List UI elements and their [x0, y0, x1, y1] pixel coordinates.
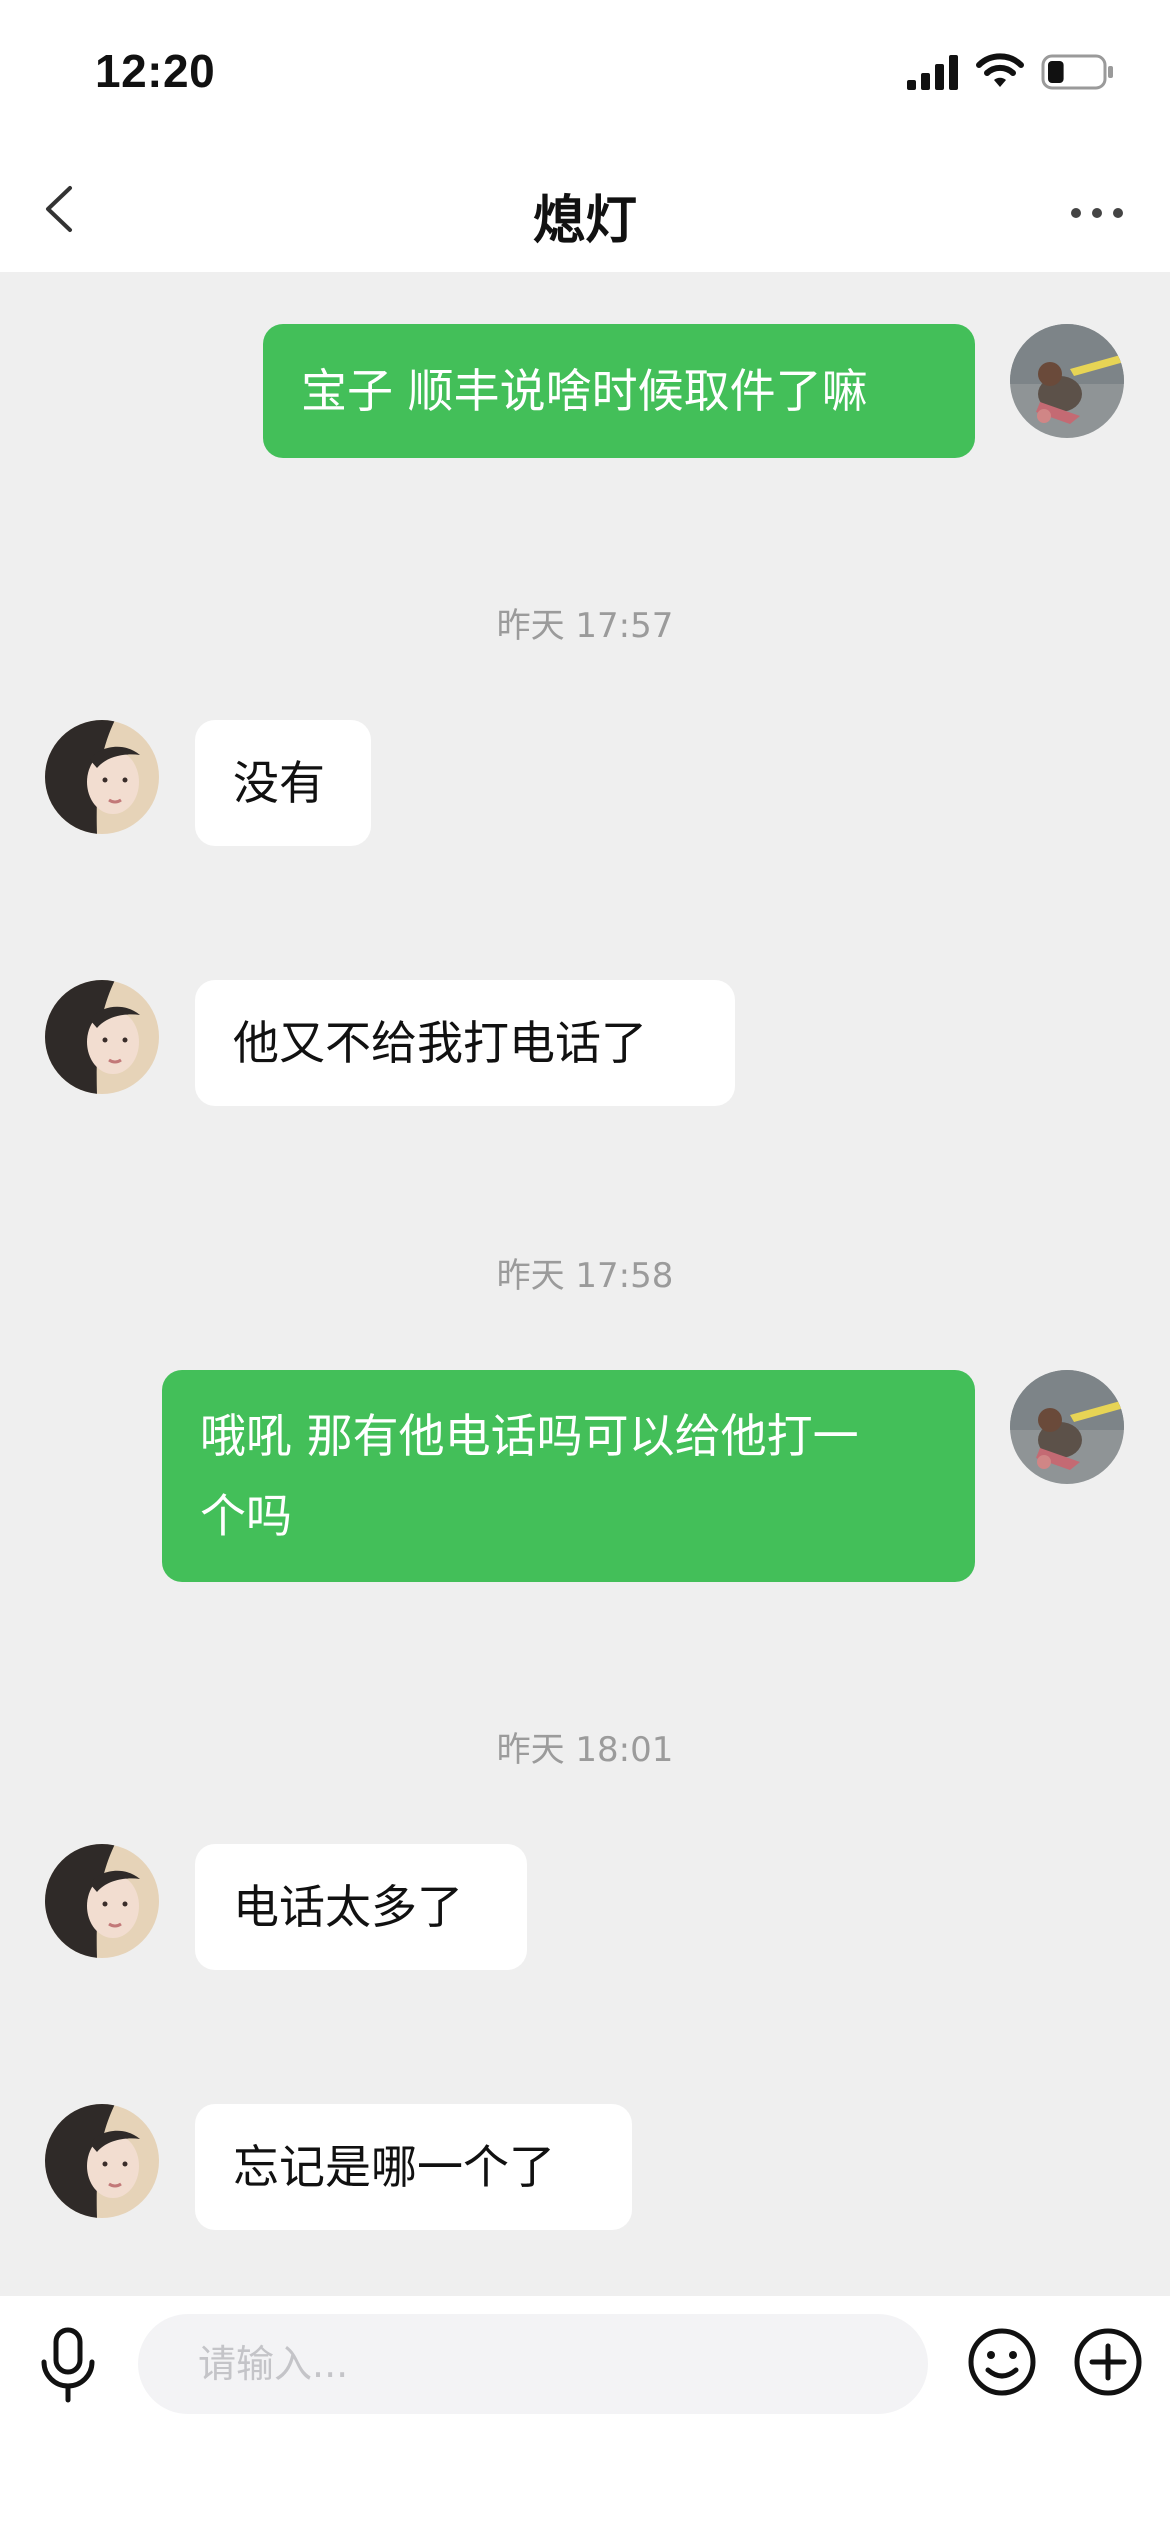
ellipsis-icon	[1071, 208, 1123, 218]
avatar-contact	[45, 2104, 159, 2218]
emoji-icon	[968, 2328, 1036, 2396]
timestamp: 昨天 18:01	[496, 1730, 674, 1770]
chat-header: 熄灯	[0, 150, 1170, 272]
message-input[interactable]: 请输入...	[138, 2314, 928, 2414]
avatar[interactable]	[45, 2104, 159, 2218]
timestamp: 昨天 17:57	[496, 606, 674, 646]
message-bubble-incoming[interactable]: 没有	[195, 720, 371, 846]
avatar-self	[1010, 324, 1124, 438]
avatar-self	[1010, 1370, 1124, 1484]
message-list: 宝子 顺丰说啥时候取件了嘛 昨天 17:57 没有 他又不给我打电话了 昨天 1…	[0, 272, 1170, 2296]
avatar[interactable]	[1010, 324, 1124, 438]
message-bubble-outgoing[interactable]: 宝子 顺丰说啥时候取件了嘛	[263, 324, 975, 458]
avatar[interactable]	[45, 1844, 159, 1958]
emoji-button[interactable]	[966, 2326, 1038, 2398]
message-bubble-outgoing[interactable]: 哦吼 那有他电话吗可以给他打一 个吗	[162, 1370, 975, 1582]
voice-button[interactable]	[36, 2326, 100, 2406]
avatar[interactable]	[1010, 1370, 1124, 1484]
add-button[interactable]	[1072, 2326, 1144, 2398]
status-bar: 12:20	[0, 0, 1170, 150]
wifi-icon	[976, 53, 1024, 87]
avatar[interactable]	[45, 980, 159, 1094]
add-icon	[1074, 2328, 1142, 2396]
signal-icon	[907, 55, 958, 90]
message-bubble-incoming[interactable]: 忘记是哪一个了	[195, 2104, 632, 2230]
avatar-contact	[45, 980, 159, 1094]
avatar-contact	[45, 720, 159, 834]
message-bubble-incoming[interactable]: 电话太多了	[195, 1844, 527, 1970]
timestamp: 昨天 17:58	[496, 1256, 674, 1296]
more-button[interactable]	[1062, 178, 1132, 248]
avatar[interactable]	[45, 720, 159, 834]
status-time: 12:20	[95, 45, 216, 97]
microphone-icon	[41, 2327, 95, 2403]
battery-icon	[1041, 54, 1113, 90]
avatar-contact	[45, 1844, 159, 1958]
status-icons	[907, 52, 1115, 92]
message-bubble-incoming[interactable]: 他又不给我打电话了	[195, 980, 735, 1106]
input-bar: 请输入...	[0, 2296, 1170, 2532]
chat-title: 熄灯	[532, 191, 637, 251]
